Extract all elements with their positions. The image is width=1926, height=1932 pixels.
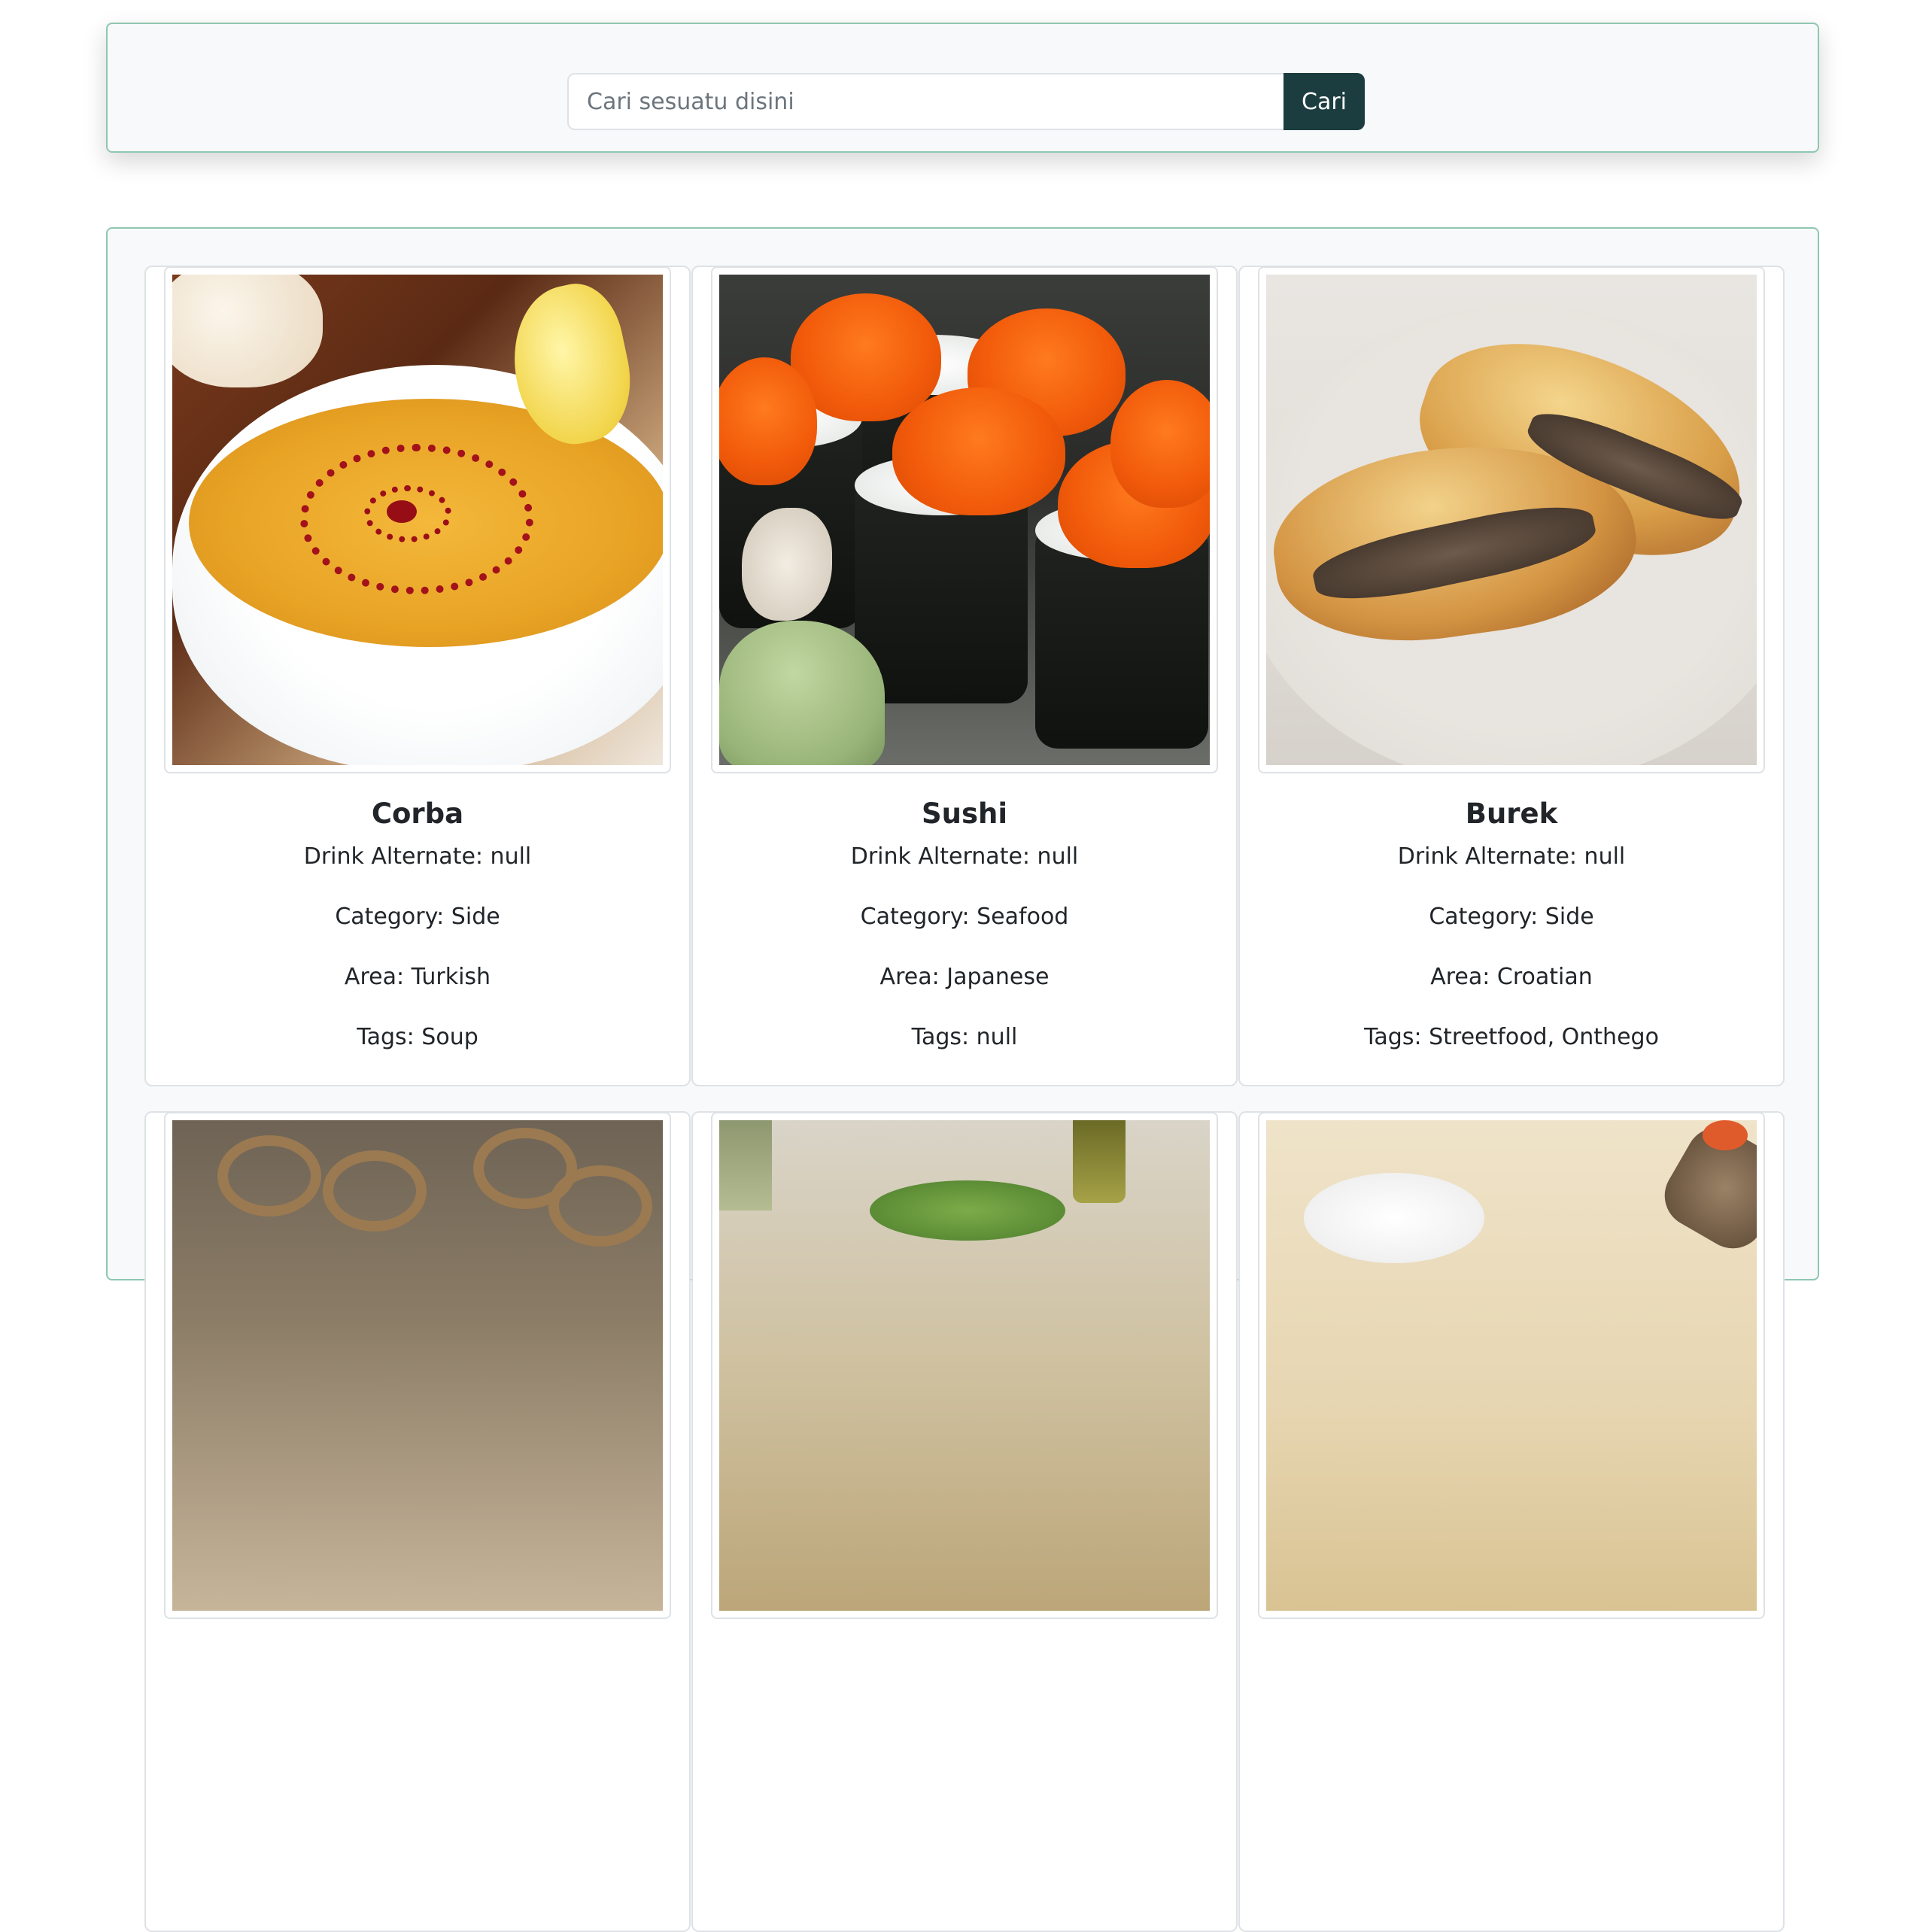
meal-title: Sushi (921, 797, 1008, 830)
meal-image-frame (164, 266, 671, 773)
meal-image-frame (711, 1112, 1218, 1619)
meal-title: Corba (371, 797, 464, 830)
search-form: Cari (567, 73, 1365, 130)
search-button[interactable]: Cari (1283, 73, 1365, 130)
meal-image-frame (1258, 1112, 1765, 1619)
meal-card[interactable]: Sushi Drink Alternate: null Category: Se… (691, 266, 1238, 1086)
search-panel: Cari (106, 23, 1819, 153)
meal-drink-alternate: Drink Alternate: null (1397, 843, 1626, 870)
meal-card[interactable] (691, 1111, 1238, 1932)
meal-image-burek (1266, 275, 1757, 765)
meal-image-frame (1258, 266, 1765, 773)
meal-image-salad-table (719, 1120, 1210, 1611)
meal-drink-alternate: Drink Alternate: null (303, 843, 532, 870)
meal-category: Category: Seafood (860, 904, 1069, 930)
meal-title: Burek (1465, 797, 1558, 830)
meal-card[interactable]: Corba Drink Alternate: null Category: Si… (144, 266, 691, 1086)
meal-image-onion-dish (172, 1120, 663, 1611)
meal-image-lentil-soup (172, 275, 663, 765)
meal-area: Area: Japanese (879, 964, 1050, 990)
meal-card-body: Corba Drink Alternate: null Category: Si… (146, 797, 689, 1053)
results-panel: Corba Drink Alternate: null Category: Si… (106, 227, 1819, 1932)
meal-tags: Tags: null (911, 1024, 1018, 1050)
meal-card-body: Sushi Drink Alternate: null Category: Se… (693, 797, 1236, 1053)
meal-image-frame (711, 266, 1218, 773)
meal-drink-alternate: Drink Alternate: null (850, 843, 1079, 870)
meal-category: Category: Side (1429, 904, 1594, 930)
meal-category: Category: Side (335, 904, 500, 930)
meal-area: Area: Turkish (344, 964, 491, 990)
meal-tags: Tags: Streetfood, Onthego (1364, 1024, 1659, 1050)
meal-card-body: Burek Drink Alternate: null Category: Si… (1240, 797, 1783, 1053)
meal-area: Area: Croatian (1430, 964, 1593, 990)
meal-card[interactable]: Burek Drink Alternate: null Category: Si… (1238, 266, 1785, 1086)
meal-image-frame (164, 1112, 671, 1619)
meal-card[interactable] (144, 1111, 691, 1932)
meal-image-sushi (719, 275, 1210, 765)
meal-tags: Tags: Soup (357, 1024, 478, 1050)
meal-card-grid: Corba Drink Alternate: null Category: Si… (144, 266, 1785, 1932)
search-input[interactable] (567, 73, 1283, 130)
meal-image-wrap-plate (1266, 1120, 1757, 1611)
meal-card[interactable] (1238, 1111, 1785, 1932)
